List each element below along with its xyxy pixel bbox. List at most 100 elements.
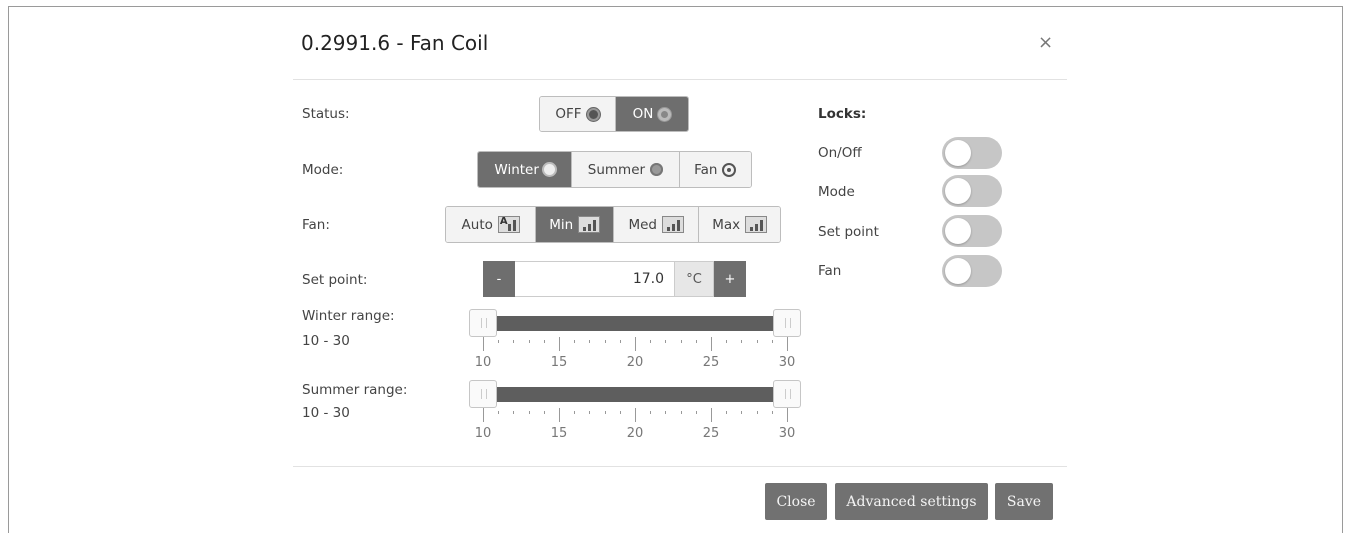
summer-range-slider-minor-tick — [498, 411, 500, 414]
lock-setpoint-switch[interactable] — [942, 215, 1002, 247]
fan-med-label: Med — [628, 216, 657, 233]
winter-range-slider-major-tick — [711, 337, 712, 351]
fan-min-button[interactable]: Min — [535, 207, 613, 242]
setpoint-label: Set point: — [302, 272, 368, 288]
winter-range-slider-minor-tick — [680, 340, 682, 343]
summer-range-slider-major-tick — [483, 408, 484, 422]
fan-speed-bars-icon — [578, 216, 601, 233]
winter-range-slider-minor-tick — [695, 340, 697, 343]
winter-range-slider-minor-tick — [574, 340, 576, 343]
winter-range-slider-minor-tick — [513, 340, 515, 343]
winter-range-slider[interactable]: 10 15 20 25 30 — [469, 309, 804, 375]
summer-range-slider-major-tick — [787, 408, 788, 422]
summer-range-min-handle[interactable] — [469, 380, 497, 408]
summer-range-slider-tick-label: 30 — [778, 426, 796, 441]
summer-range-slider-minor-tick — [741, 411, 743, 414]
winter-range-slider-major-tick — [635, 337, 636, 351]
winter-range-label: Winter range: — [302, 308, 395, 324]
header-divider — [293, 79, 1067, 80]
status-on-button[interactable]: ON — [614, 97, 688, 131]
save-button[interactable]: Save — [995, 483, 1053, 520]
winter-range-slider-tick-label: 30 — [778, 355, 796, 370]
setpoint-input[interactable]: 17.0 — [515, 261, 674, 297]
setpoint-decrease-button[interactable]: - — [483, 261, 515, 297]
winter-range-track — [483, 316, 787, 331]
summer-range-slider-minor-tick — [619, 411, 621, 414]
mode-winter-label: Winter — [494, 161, 539, 178]
status-toggle: OFF ON — [539, 96, 689, 132]
winter-range-slider-minor-tick — [726, 340, 728, 343]
status-label: Status: — [302, 106, 350, 122]
winter-range-slider-major-tick — [559, 337, 560, 351]
summer-range-slider-minor-tick — [650, 411, 652, 414]
summer-range-slider-tick-label: 10 — [474, 426, 492, 441]
advanced-settings-button[interactable]: Advanced settings — [835, 483, 988, 520]
winter-range-scale — [469, 335, 804, 355]
winter-range-slider-minor-tick — [619, 340, 621, 343]
fan-med-button[interactable]: Med — [612, 207, 699, 242]
summer-range-slider-tick-label: 20 — [626, 426, 644, 441]
winter-range-slider-minor-tick — [543, 340, 545, 343]
winter-range-min-handle[interactable] — [469, 309, 497, 337]
fan-min-label: Min — [549, 216, 574, 233]
mode-label: Mode: — [302, 162, 344, 178]
summer-range-slider-major-tick — [559, 408, 560, 422]
fan-max-button[interactable]: Max — [698, 207, 780, 242]
mode-summer-label: Summer — [587, 161, 646, 178]
snowflake-icon — [650, 163, 664, 176]
mode-selector: Winter Summer Fan — [477, 151, 752, 188]
footer-divider — [293, 466, 1067, 467]
summer-range-slider-minor-tick — [756, 411, 758, 414]
fan-icon — [722, 162, 737, 177]
summer-range-slider-minor-tick — [680, 411, 682, 414]
lock-setpoint-label: Set point — [818, 224, 879, 240]
mode-fan-label: Fan — [694, 161, 718, 178]
mode-fan-button[interactable]: Fan — [678, 152, 751, 187]
fan-label: Fan: — [302, 217, 330, 233]
winter-range-slider-tick-label: 25 — [702, 355, 720, 370]
summer-range-slider-minor-tick — [589, 411, 591, 414]
fan-speed-bars-icon — [745, 216, 768, 233]
power-off-icon — [586, 107, 600, 121]
close-button[interactable]: Close — [765, 483, 827, 520]
lock-mode-label: Mode — [818, 184, 855, 200]
summer-range-slider-minor-tick — [574, 411, 576, 414]
close-icon[interactable]: × — [1038, 32, 1053, 53]
lock-fan-switch[interactable] — [942, 255, 1002, 287]
winter-range-slider-minor-tick — [498, 340, 500, 343]
summer-range-slider-minor-tick — [771, 411, 773, 414]
summer-range-slider-tick-label: 15 — [550, 426, 568, 441]
lock-fan-label: Fan — [818, 263, 842, 279]
lock-mode-switch[interactable] — [942, 175, 1002, 207]
winter-range-slider-minor-tick — [741, 340, 743, 343]
winter-range-slider-minor-tick — [589, 340, 591, 343]
fan-auto-button[interactable]: Auto A — [446, 207, 536, 242]
winter-range-value: 10 - 30 — [302, 333, 350, 349]
mode-summer-button[interactable]: Summer — [571, 152, 679, 187]
dialog-title: 0.2991.6 - Fan Coil — [301, 31, 489, 55]
setpoint-unit: °C — [674, 261, 714, 297]
sun-icon — [543, 164, 555, 175]
summer-range-slider-minor-tick — [695, 411, 697, 414]
locks-heading: Locks: — [818, 106, 867, 122]
status-off-button[interactable]: OFF — [540, 97, 615, 131]
summer-range-max-handle[interactable] — [773, 380, 801, 408]
mode-winter-button[interactable]: Winter — [478, 152, 572, 187]
lock-onoff-switch[interactable] — [942, 137, 1002, 169]
summer-range-slider-minor-tick — [665, 411, 667, 414]
fan-auto-label: Auto — [461, 216, 493, 233]
summer-range-slider-minor-tick — [528, 411, 530, 414]
summer-range-slider-major-tick — [635, 408, 636, 422]
winter-range-slider-minor-tick — [756, 340, 758, 343]
status-on-label: ON — [632, 106, 654, 122]
winter-range-slider-minor-tick — [650, 340, 652, 343]
winter-range-slider-minor-tick — [604, 340, 606, 343]
lock-onoff-label: On/Off — [818, 145, 862, 161]
winter-range-slider-tick-label: 15 — [550, 355, 568, 370]
summer-range-slider[interactable]: 10 15 20 25 30 — [469, 380, 804, 446]
fan-max-label: Max — [712, 216, 741, 233]
winter-range-slider-minor-tick — [771, 340, 773, 343]
setpoint-increase-button[interactable]: + — [714, 261, 746, 297]
winter-range-max-handle[interactable] — [773, 309, 801, 337]
summer-range-slider-minor-tick — [604, 411, 606, 414]
